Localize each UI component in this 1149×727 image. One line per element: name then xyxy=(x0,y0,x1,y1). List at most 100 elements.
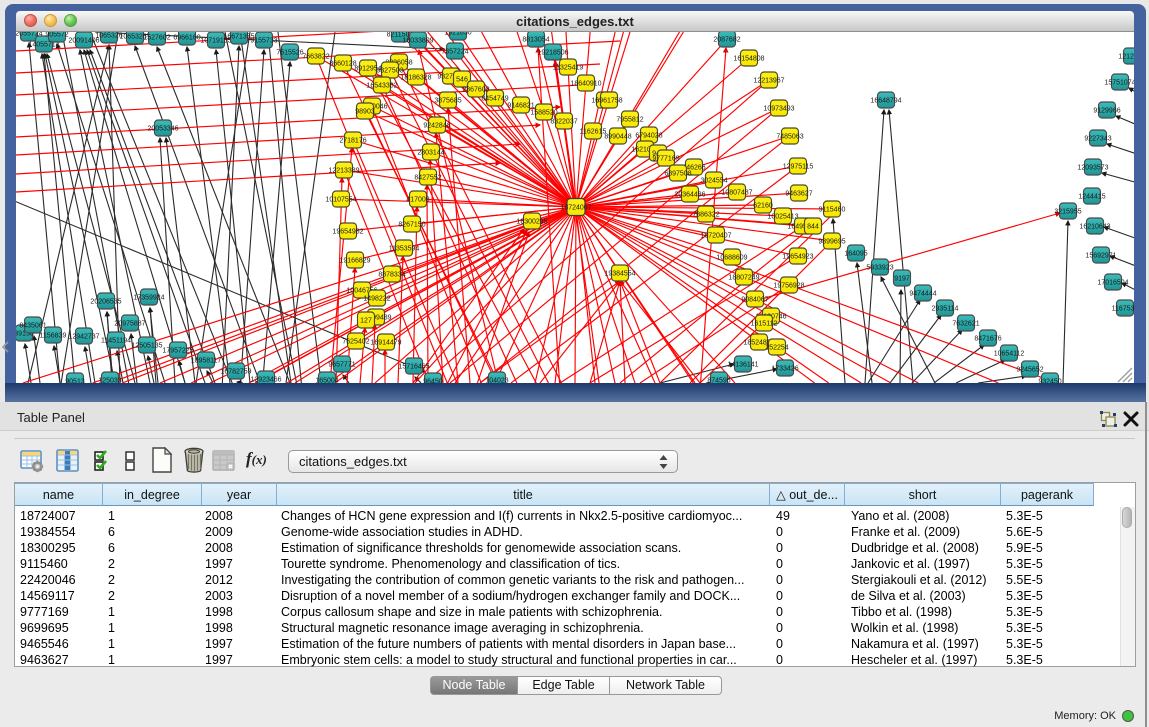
svg-text:15692971: 15692971 xyxy=(1085,253,1116,260)
svg-text:2718176: 2718176 xyxy=(339,138,366,145)
svg-text:8660128: 8660128 xyxy=(329,61,356,68)
svg-text:18724007: 18724007 xyxy=(560,205,591,212)
svg-text:20053346: 20053346 xyxy=(147,126,178,133)
svg-text:9463627: 9463627 xyxy=(785,191,812,198)
svg-text:18640910: 18640910 xyxy=(570,81,601,88)
svg-text:8813054: 8813054 xyxy=(522,37,549,44)
svg-text:3875685: 3875685 xyxy=(434,98,461,105)
svg-text:16154808: 16154808 xyxy=(733,56,764,63)
svg-text:12975115: 12975115 xyxy=(783,164,814,171)
svg-text:417008: 417008 xyxy=(406,197,429,204)
svg-text:9899695: 9899695 xyxy=(818,239,845,246)
svg-text:1733426: 1733426 xyxy=(771,366,798,373)
svg-text:18807249: 18807249 xyxy=(728,275,759,282)
svg-text:10807487: 10807487 xyxy=(721,190,752,197)
svg-text:8990448: 8990448 xyxy=(604,134,631,141)
svg-text:3215955: 3215955 xyxy=(1054,209,1081,216)
svg-text:546: 546 xyxy=(456,77,468,84)
svg-text:6966160: 6966160 xyxy=(173,35,200,42)
svg-text:20975887: 20975887 xyxy=(114,321,145,328)
svg-text:10025413: 10025413 xyxy=(767,214,798,221)
svg-text:16210643: 16210643 xyxy=(1079,224,1110,231)
svg-text:16648794: 16648794 xyxy=(870,98,901,105)
svg-text:96450: 96450 xyxy=(423,379,443,384)
svg-text:16914479: 16914479 xyxy=(370,340,401,347)
svg-text:8435061: 8435061 xyxy=(19,323,46,330)
svg-text:9327503: 9327503 xyxy=(376,68,403,75)
svg-text:12505135: 12505135 xyxy=(131,343,162,350)
svg-text:9146821: 9146821 xyxy=(507,103,534,110)
svg-text:1156839: 1156839 xyxy=(40,333,67,340)
svg-text:12093573: 12093573 xyxy=(1077,165,1108,172)
svg-text:19166829: 19166829 xyxy=(339,258,370,265)
svg-text:9242848: 9242848 xyxy=(423,123,450,130)
svg-text:2867608: 2867608 xyxy=(462,87,489,94)
svg-text:19654982: 19654982 xyxy=(332,229,363,236)
svg-text:1212378: 1212378 xyxy=(1118,54,1134,61)
svg-text:127: 127 xyxy=(360,318,372,325)
svg-text:932450: 932450 xyxy=(1038,379,1061,384)
svg-text:6794028: 6794028 xyxy=(635,133,662,140)
svg-text:7515526: 7515526 xyxy=(276,50,303,57)
svg-text:252254: 252254 xyxy=(765,345,788,352)
svg-text:17016504: 17016504 xyxy=(1097,280,1128,287)
svg-text:8878334: 8878334 xyxy=(378,272,405,279)
svg-text:7357224: 7357224 xyxy=(441,49,468,56)
svg-text:2087682: 2087682 xyxy=(713,37,740,44)
svg-text:8471676: 8471676 xyxy=(974,336,1001,343)
svg-text:8322037: 8322037 xyxy=(550,119,577,126)
svg-text:11353594: 11353594 xyxy=(389,246,420,253)
svg-text:7886322: 7886322 xyxy=(692,212,719,219)
svg-text:12942737: 12942737 xyxy=(68,334,99,341)
svg-text:8454749: 8454749 xyxy=(481,96,508,103)
svg-text:9129966: 9129966 xyxy=(1093,108,1120,115)
svg-text:11325419: 11325419 xyxy=(553,65,584,72)
svg-text:16543382: 16543382 xyxy=(366,83,397,90)
svg-text:9227343: 9227343 xyxy=(1084,136,1111,143)
svg-text:12213389: 12213389 xyxy=(328,168,359,175)
svg-text:874596: 874596 xyxy=(707,378,730,384)
svg-text:17359924: 17359924 xyxy=(133,295,164,302)
svg-text:7955812: 7955812 xyxy=(616,117,643,124)
svg-text:165004: 165004 xyxy=(315,378,338,384)
svg-text:15716465: 15716465 xyxy=(398,364,429,371)
svg-text:1921850: 1921850 xyxy=(444,32,471,37)
svg-text:62160: 62160 xyxy=(753,203,773,210)
svg-text:10958117: 10958117 xyxy=(191,358,222,365)
svg-text:1615112: 1615112 xyxy=(751,321,778,328)
svg-text:9474444: 9474444 xyxy=(909,291,936,298)
svg-text:1498222: 1498222 xyxy=(363,296,390,303)
svg-text:6897508: 6897508 xyxy=(664,171,691,178)
svg-text:18300295: 18300295 xyxy=(516,219,547,226)
svg-text:7663822: 7663822 xyxy=(302,54,329,61)
svg-text:15751074: 15751074 xyxy=(1104,80,1134,87)
svg-text:164095: 164095 xyxy=(844,251,867,258)
svg-text:5933923: 5933923 xyxy=(866,265,893,272)
svg-text:16782759: 16782759 xyxy=(220,369,251,376)
svg-text:18186328: 18186328 xyxy=(400,75,431,82)
svg-text:1167533: 1167533 xyxy=(1112,306,1134,313)
svg-text:10654112: 10654112 xyxy=(994,351,1025,358)
svg-text:11451194: 11451194 xyxy=(101,338,131,345)
svg-text:10688609: 10688609 xyxy=(716,255,747,262)
svg-text:3024554: 3024554 xyxy=(700,178,727,185)
svg-text:9245652: 9245652 xyxy=(1016,367,1043,374)
svg-text:7632621: 7632621 xyxy=(952,321,979,328)
svg-text:12923466: 12923466 xyxy=(250,377,281,384)
svg-text:18720407: 18720407 xyxy=(700,233,731,240)
svg-text:905572: 905572 xyxy=(45,32,68,39)
svg-text:2935114: 2935114 xyxy=(932,306,959,313)
svg-text:90513: 90513 xyxy=(65,379,85,384)
svg-text:844: 844 xyxy=(807,224,819,231)
svg-text:9115460: 9115460 xyxy=(819,207,846,214)
svg-text:9657771: 9657771 xyxy=(328,362,355,369)
svg-text:20364486: 20364486 xyxy=(674,192,705,199)
svg-text:7485063: 7485063 xyxy=(776,134,803,141)
svg-text:9155733: 9155733 xyxy=(250,38,277,45)
svg-text:9197: 9197 xyxy=(894,276,910,283)
svg-text:10973493: 10973493 xyxy=(763,106,794,113)
svg-text:19384554: 19384554 xyxy=(604,271,635,278)
svg-text:12213967: 12213967 xyxy=(753,78,784,85)
svg-text:9777169: 9777169 xyxy=(652,156,679,163)
svg-text:125033: 125033 xyxy=(98,378,121,384)
